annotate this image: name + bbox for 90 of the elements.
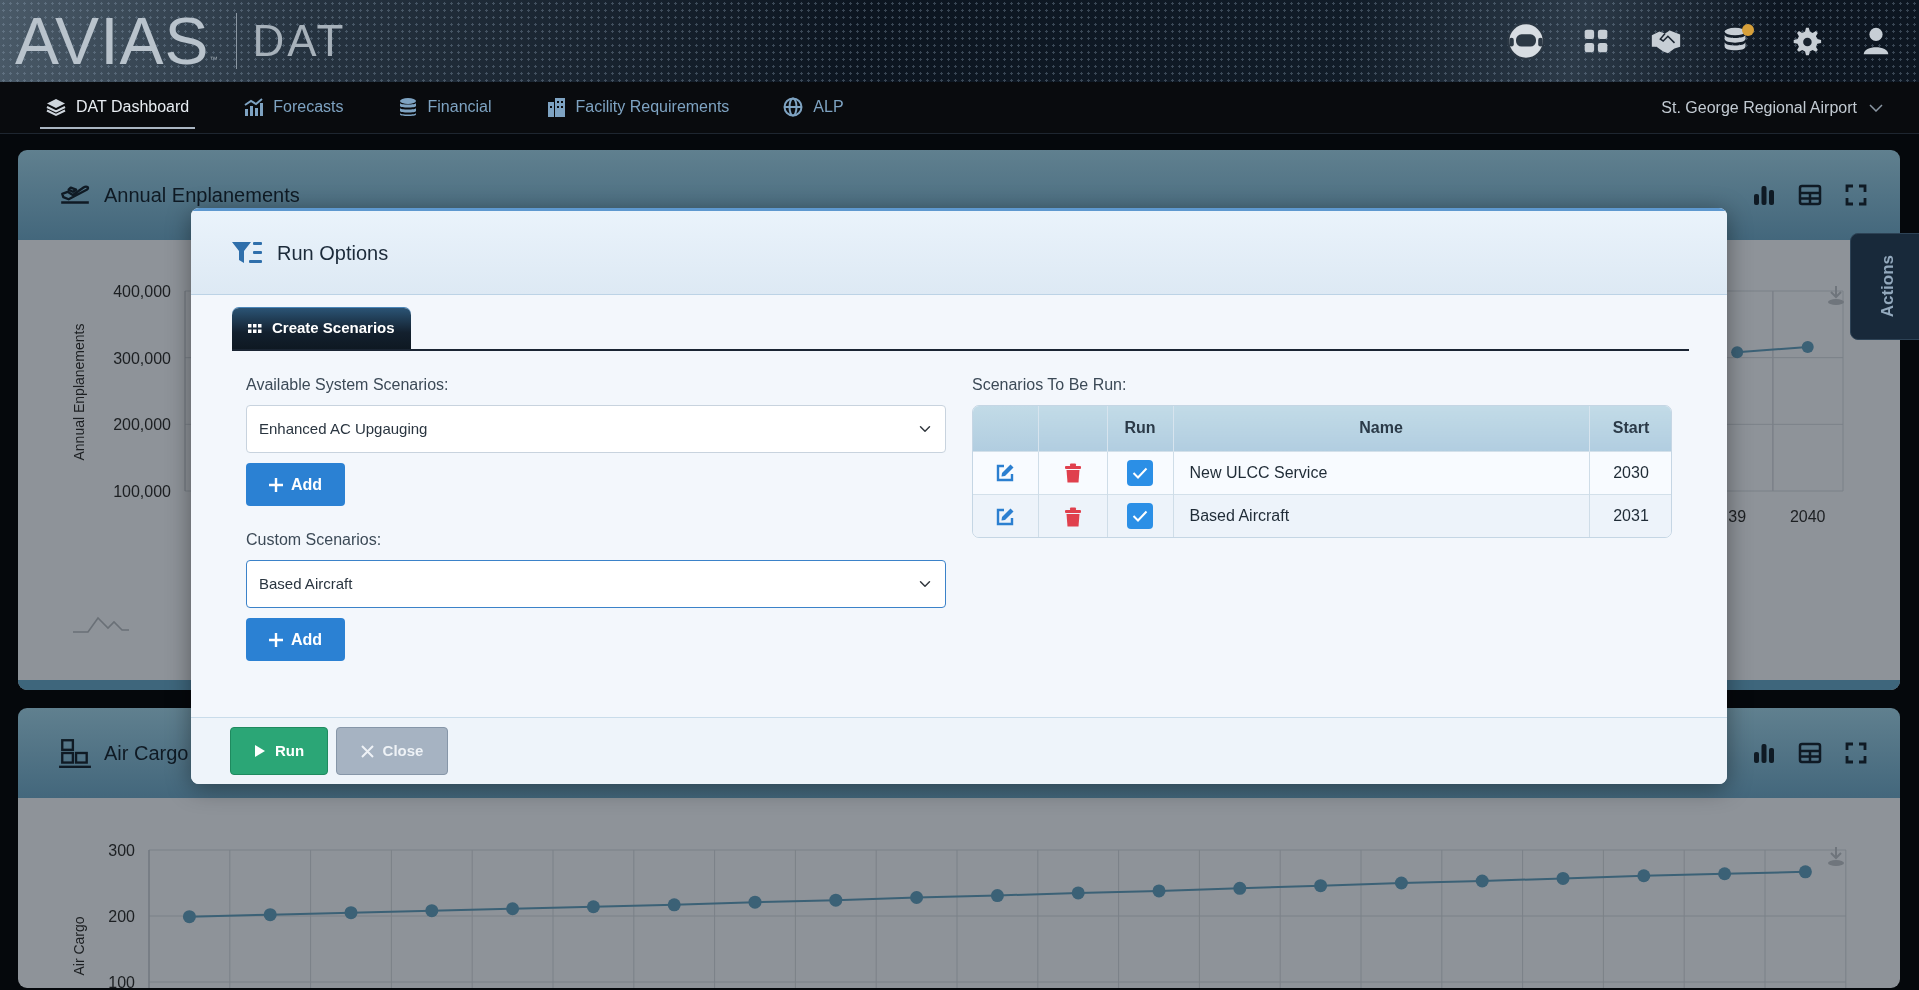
data-point — [990, 889, 1004, 903]
data-point — [1475, 874, 1489, 888]
data-point — [344, 906, 358, 920]
plus-icon — [268, 477, 283, 492]
bar-chart-icon[interactable] — [1752, 183, 1776, 207]
column-header: Run — [1107, 406, 1173, 451]
nav-tab[interactable]: ALP — [777, 86, 850, 129]
cargo-boxes-icon — [58, 737, 92, 769]
table-cell: 2030 — [1589, 451, 1671, 494]
play-icon — [253, 744, 266, 758]
column-header: Start — [1589, 406, 1671, 451]
data-point — [1731, 346, 1744, 359]
axis-tick-label: 200,000 — [113, 416, 171, 434]
nav-tab[interactable]: Financial — [391, 86, 498, 129]
data-point — [1394, 876, 1408, 890]
product-name: DAT — [252, 15, 347, 67]
axis-tick-label: 200 — [108, 908, 135, 925]
mountain-icon — [72, 616, 130, 633]
tab[interactable]: Create Scenarios — [232, 308, 411, 349]
scenario-select[interactable]: Based Aircraft — [246, 560, 946, 608]
fullscreen-icon[interactable] — [1844, 183, 1868, 207]
data-point — [1071, 886, 1085, 900]
checkbox[interactable] — [1127, 502, 1153, 529]
nav-tab[interactable]: Facility Requirements — [539, 86, 736, 129]
trash-icon[interactable] — [1063, 463, 1082, 484]
table-icon[interactable] — [1798, 741, 1822, 765]
check-icon — [1132, 466, 1148, 479]
modal-title: Run Options — [277, 240, 389, 266]
data-point — [1556, 871, 1570, 885]
close-icon — [360, 744, 374, 758]
fullscreen-icon[interactable] — [1844, 741, 1868, 765]
plus-icon — [268, 632, 283, 647]
data-point — [1152, 884, 1166, 898]
data-point — [667, 898, 681, 912]
data-point — [1801, 341, 1814, 353]
data-point — [425, 904, 439, 918]
data-point — [748, 895, 762, 909]
chevron-down-icon — [1869, 103, 1883, 112]
add-button[interactable]: Add — [246, 618, 345, 661]
logo-text: AVIAS — [15, 8, 210, 74]
nav-tab[interactable]: DAT Dashboard — [40, 86, 196, 129]
field-label: Available System Scenarios: — [246, 375, 450, 395]
edit-icon[interactable] — [995, 463, 1016, 484]
airport-selector[interactable]: St. George Regional Airport — [1655, 94, 1889, 121]
data-point — [586, 900, 600, 914]
check-icon — [1132, 509, 1148, 522]
field-label: Custom Scenarios: — [246, 530, 383, 550]
data-point — [910, 891, 924, 904]
panel-title: Air Cargo — [104, 741, 189, 766]
table-cell: 2031 — [1589, 494, 1671, 537]
add-button[interactable]: Add — [246, 463, 345, 506]
table-icon[interactable] — [1798, 183, 1822, 207]
nav-tab[interactable]: Forecasts — [237, 86, 350, 129]
data-point — [182, 910, 196, 924]
data-point — [1233, 881, 1247, 895]
data-point — [829, 893, 843, 907]
table-cell: New ULCC Service — [1173, 451, 1589, 494]
axis-tick-label: 400,000 — [113, 283, 171, 300]
data-point — [1637, 869, 1651, 883]
edit-icon[interactable] — [995, 506, 1016, 527]
axis-tick-label: 100 — [108, 974, 135, 988]
axis-tick-label: 2040 — [1789, 508, 1826, 525]
data-point — [263, 908, 277, 922]
panel-title: Annual Enplanements — [104, 183, 300, 208]
table-title: Scenarios To Be Run: — [972, 375, 1128, 395]
actions-tab[interactable]: Actions — [1850, 233, 1919, 340]
building-icon — [545, 96, 566, 117]
axis-title: Air Cargo — [71, 916, 87, 976]
bar-chart-icon — [243, 96, 264, 117]
globe-icon — [783, 96, 804, 117]
axis-tick-label: 300 — [108, 842, 135, 859]
bar-chart-icon[interactable] — [1752, 741, 1776, 765]
axis-title: Annual Enplanements — [71, 323, 87, 461]
axis-tick-label: 39 — [1728, 508, 1747, 525]
trash-icon[interactable] — [1063, 506, 1082, 527]
checkbox[interactable] — [1127, 459, 1153, 486]
trademark-text: ™ — [209, 54, 218, 66]
table-cell: Based Aircraft — [1173, 494, 1589, 537]
scenario-select[interactable]: Enhanced AC Upgauging — [246, 405, 946, 453]
layers-icon — [46, 96, 66, 117]
data-point — [1718, 867, 1732, 881]
data-point — [1314, 879, 1328, 893]
coins-icon — [397, 96, 418, 117]
axis-tick-label: 300,000 — [113, 349, 171, 367]
data-point — [506, 902, 520, 916]
dots-grid-icon — [248, 323, 262, 334]
data-point — [1798, 865, 1812, 879]
column-header: Name — [1173, 406, 1589, 451]
axis-tick-label: 100,000 — [113, 483, 171, 500]
robot-icon — [1506, 21, 1546, 61]
